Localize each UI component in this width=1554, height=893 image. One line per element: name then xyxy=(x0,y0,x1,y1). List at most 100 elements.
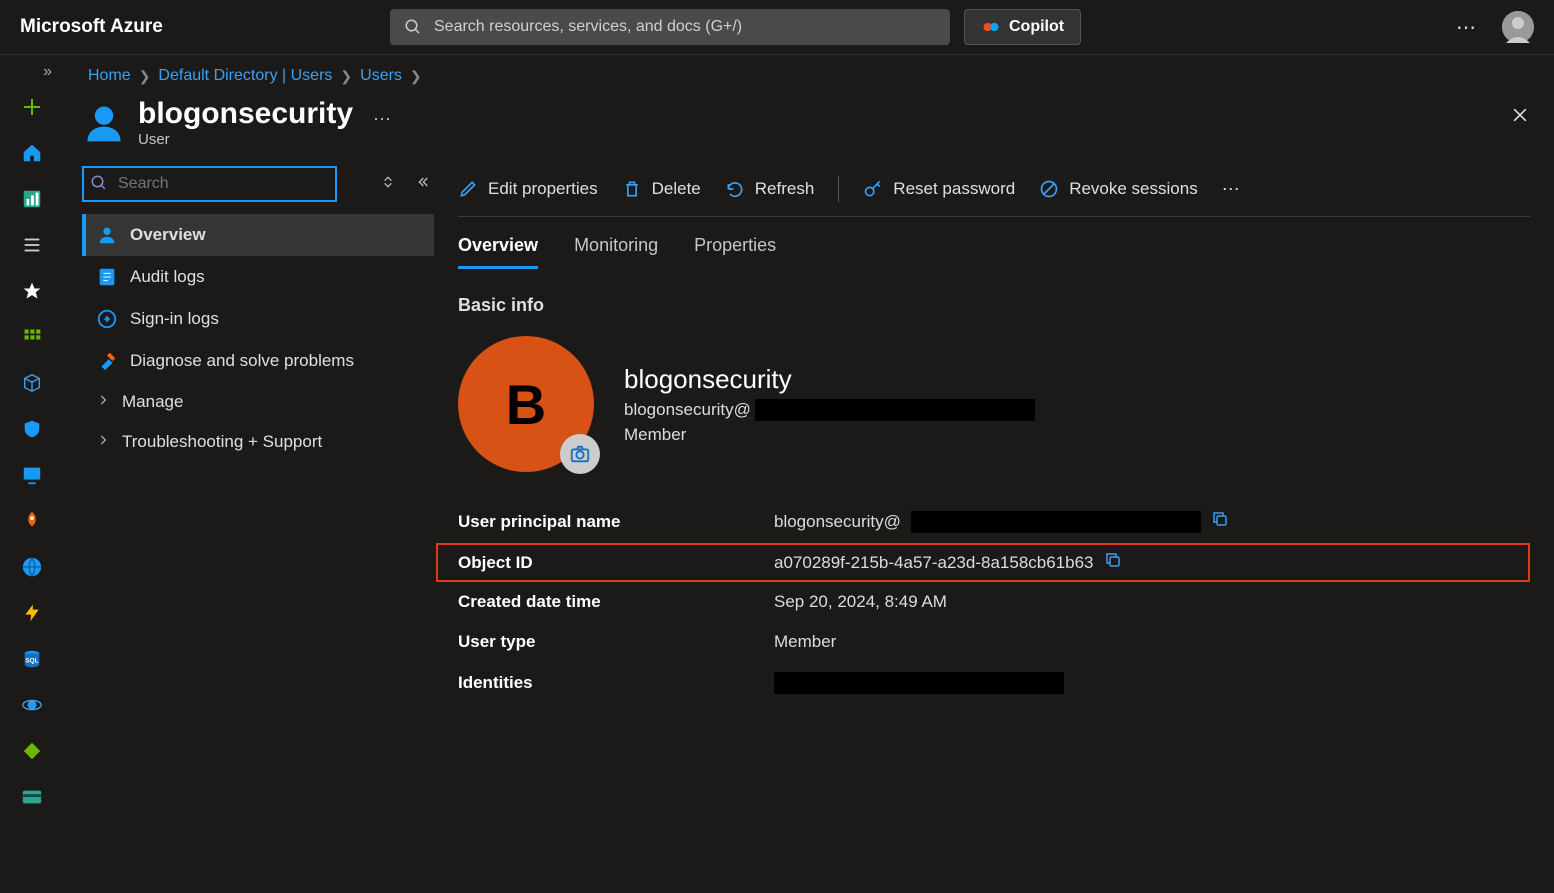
nav-label: Audit logs xyxy=(130,267,205,287)
page-title: blogonsecurity xyxy=(138,97,353,131)
revoke-sessions-button[interactable]: Revoke sessions xyxy=(1039,179,1198,199)
copy-button[interactable] xyxy=(1211,510,1229,533)
rail-globe-icon[interactable] xyxy=(8,545,56,589)
user-avatar[interactable] xyxy=(1502,11,1534,43)
upn-prefix: blogonsecurity@ xyxy=(624,400,751,420)
block-icon xyxy=(1039,179,1059,199)
global-search-input[interactable]: Search resources, services, and docs (G+… xyxy=(390,9,950,45)
nav-label: Troubleshooting + Support xyxy=(122,432,322,452)
tools-icon xyxy=(96,350,118,372)
user-principal-name: blogonsecurity@ xyxy=(624,399,1035,421)
prop-label: User principal name xyxy=(458,512,774,532)
rail-monitor-icon[interactable] xyxy=(8,453,56,497)
refresh-button[interactable]: Refresh xyxy=(725,179,815,199)
nav-troubleshooting[interactable]: Troubleshooting + Support xyxy=(82,422,434,462)
page-header: blogonsecurity User ⋯ xyxy=(64,89,1554,166)
copy-icon xyxy=(1211,510,1229,528)
nav-signin-logs[interactable]: Sign-in logs xyxy=(82,298,434,340)
search-icon xyxy=(90,174,108,192)
nav-label: Diagnose and solve problems xyxy=(130,351,354,371)
rail-sql-icon[interactable]: SQL xyxy=(8,637,56,681)
copilot-icon xyxy=(981,17,1001,37)
nav-diagnose[interactable]: Diagnose and solve problems xyxy=(82,340,434,382)
copilot-button[interactable]: Copilot xyxy=(964,9,1081,45)
rail-home-icon[interactable] xyxy=(8,131,56,175)
display-name: blogonsecurity xyxy=(624,364,1035,395)
signin-icon xyxy=(96,308,118,330)
prop-row-upn: User principal name blogonsecurity@ xyxy=(458,500,1530,543)
rail-star-icon[interactable] xyxy=(8,269,56,313)
rail-bolt-icon[interactable] xyxy=(8,591,56,635)
rail-list-icon[interactable] xyxy=(8,223,56,267)
expand-rail-icon[interactable]: » xyxy=(0,63,64,83)
tab-monitoring[interactable]: Monitoring xyxy=(574,235,658,269)
user-icon xyxy=(82,101,126,150)
trash-icon xyxy=(622,179,642,199)
prop-value: blogonsecurity@ xyxy=(774,512,901,532)
prop-label: Object ID xyxy=(458,553,774,573)
copy-icon xyxy=(1104,551,1122,569)
prop-row-created: Created date time Sep 20, 2024, 8:49 AM xyxy=(458,582,1530,622)
chevron-right-icon xyxy=(96,432,110,452)
prop-label: User type xyxy=(458,632,774,652)
rail-diamond-icon[interactable] xyxy=(8,729,56,773)
nav-audit-logs[interactable]: Audit logs xyxy=(82,256,434,298)
sort-icon[interactable] xyxy=(376,170,400,199)
tool-label: Delete xyxy=(652,179,701,199)
svg-text:SQL: SQL xyxy=(25,658,38,665)
breadcrumb-home[interactable]: Home xyxy=(88,67,131,85)
member-type: Member xyxy=(624,425,1035,445)
upload-photo-button[interactable] xyxy=(560,434,600,474)
rail-card-icon[interactable] xyxy=(8,775,56,819)
rail-rocket-icon[interactable] xyxy=(8,499,56,543)
breadcrumb-users[interactable]: Users xyxy=(360,67,402,85)
prop-value: a070289f-215b-4a57-a23d-8a158cb61b63 xyxy=(774,553,1094,573)
tab-overview[interactable]: Overview xyxy=(458,235,538,269)
prop-row-objectid: Object ID a070289f-215b-4a57-a23d-8a158c… xyxy=(436,543,1530,582)
header-more-icon[interactable]: ⋯ xyxy=(373,109,391,130)
prop-value: Member xyxy=(774,632,836,652)
tab-properties[interactable]: Properties xyxy=(694,235,776,269)
chevron-right-icon xyxy=(96,392,110,412)
chevron-right-icon: ❯ xyxy=(139,68,151,85)
refresh-icon xyxy=(725,179,745,199)
rail-cube-icon[interactable] xyxy=(8,361,56,405)
section-basic-info: Basic info xyxy=(458,295,1530,316)
tab-bar: Overview Monitoring Properties xyxy=(458,217,1530,269)
nav-label: Manage xyxy=(122,392,183,412)
rail-shield-icon[interactable] xyxy=(8,407,56,451)
user-avatar-large: B xyxy=(458,336,594,472)
top-bar: Microsoft Azure Search resources, servic… xyxy=(0,0,1554,55)
chevron-right-icon: ❯ xyxy=(340,68,352,85)
reset-password-button[interactable]: Reset password xyxy=(863,179,1015,199)
collapse-panel-icon[interactable] xyxy=(410,170,434,199)
search-icon xyxy=(404,18,422,36)
copy-button[interactable] xyxy=(1104,551,1122,574)
panel-search-input[interactable] xyxy=(82,166,337,202)
resource-menu: Overview Audit logs Sign-in logs Diagnos… xyxy=(64,166,434,893)
rail-create-icon[interactable] xyxy=(8,85,56,129)
breadcrumb: Home ❯ Default Directory | Users ❯ Users… xyxy=(64,55,1554,89)
azure-logo[interactable]: Microsoft Azure xyxy=(20,16,390,38)
nav-manage[interactable]: Manage xyxy=(82,382,434,422)
toolbar-more-icon[interactable]: ⋯ xyxy=(1222,179,1242,200)
nav-overview[interactable]: Overview xyxy=(82,214,434,256)
rail-grid-icon[interactable] xyxy=(8,315,56,359)
rail-dashboard-icon[interactable] xyxy=(8,177,56,221)
copilot-label: Copilot xyxy=(1009,18,1064,36)
prop-value: Sep 20, 2024, 8:49 AM xyxy=(774,592,947,612)
chevron-right-icon: ❯ xyxy=(410,68,422,85)
prop-label: Created date time xyxy=(458,592,774,612)
delete-button[interactable]: Delete xyxy=(622,179,701,199)
close-icon[interactable] xyxy=(1510,105,1530,130)
prop-row-identities: Identities xyxy=(458,662,1530,704)
topbar-more-icon[interactable]: ⋯ xyxy=(1456,15,1478,40)
breadcrumb-directory[interactable]: Default Directory | Users xyxy=(158,67,332,85)
command-bar: Edit properties Delete Refresh Reset pas… xyxy=(458,166,1530,217)
content-area: Edit properties Delete Refresh Reset pas… xyxy=(434,166,1554,893)
redacted-content xyxy=(755,399,1035,421)
redacted-content xyxy=(774,672,1064,694)
edit-button[interactable]: Edit properties xyxy=(458,179,598,199)
separator xyxy=(838,176,839,202)
rail-cosmos-icon[interactable] xyxy=(8,683,56,727)
